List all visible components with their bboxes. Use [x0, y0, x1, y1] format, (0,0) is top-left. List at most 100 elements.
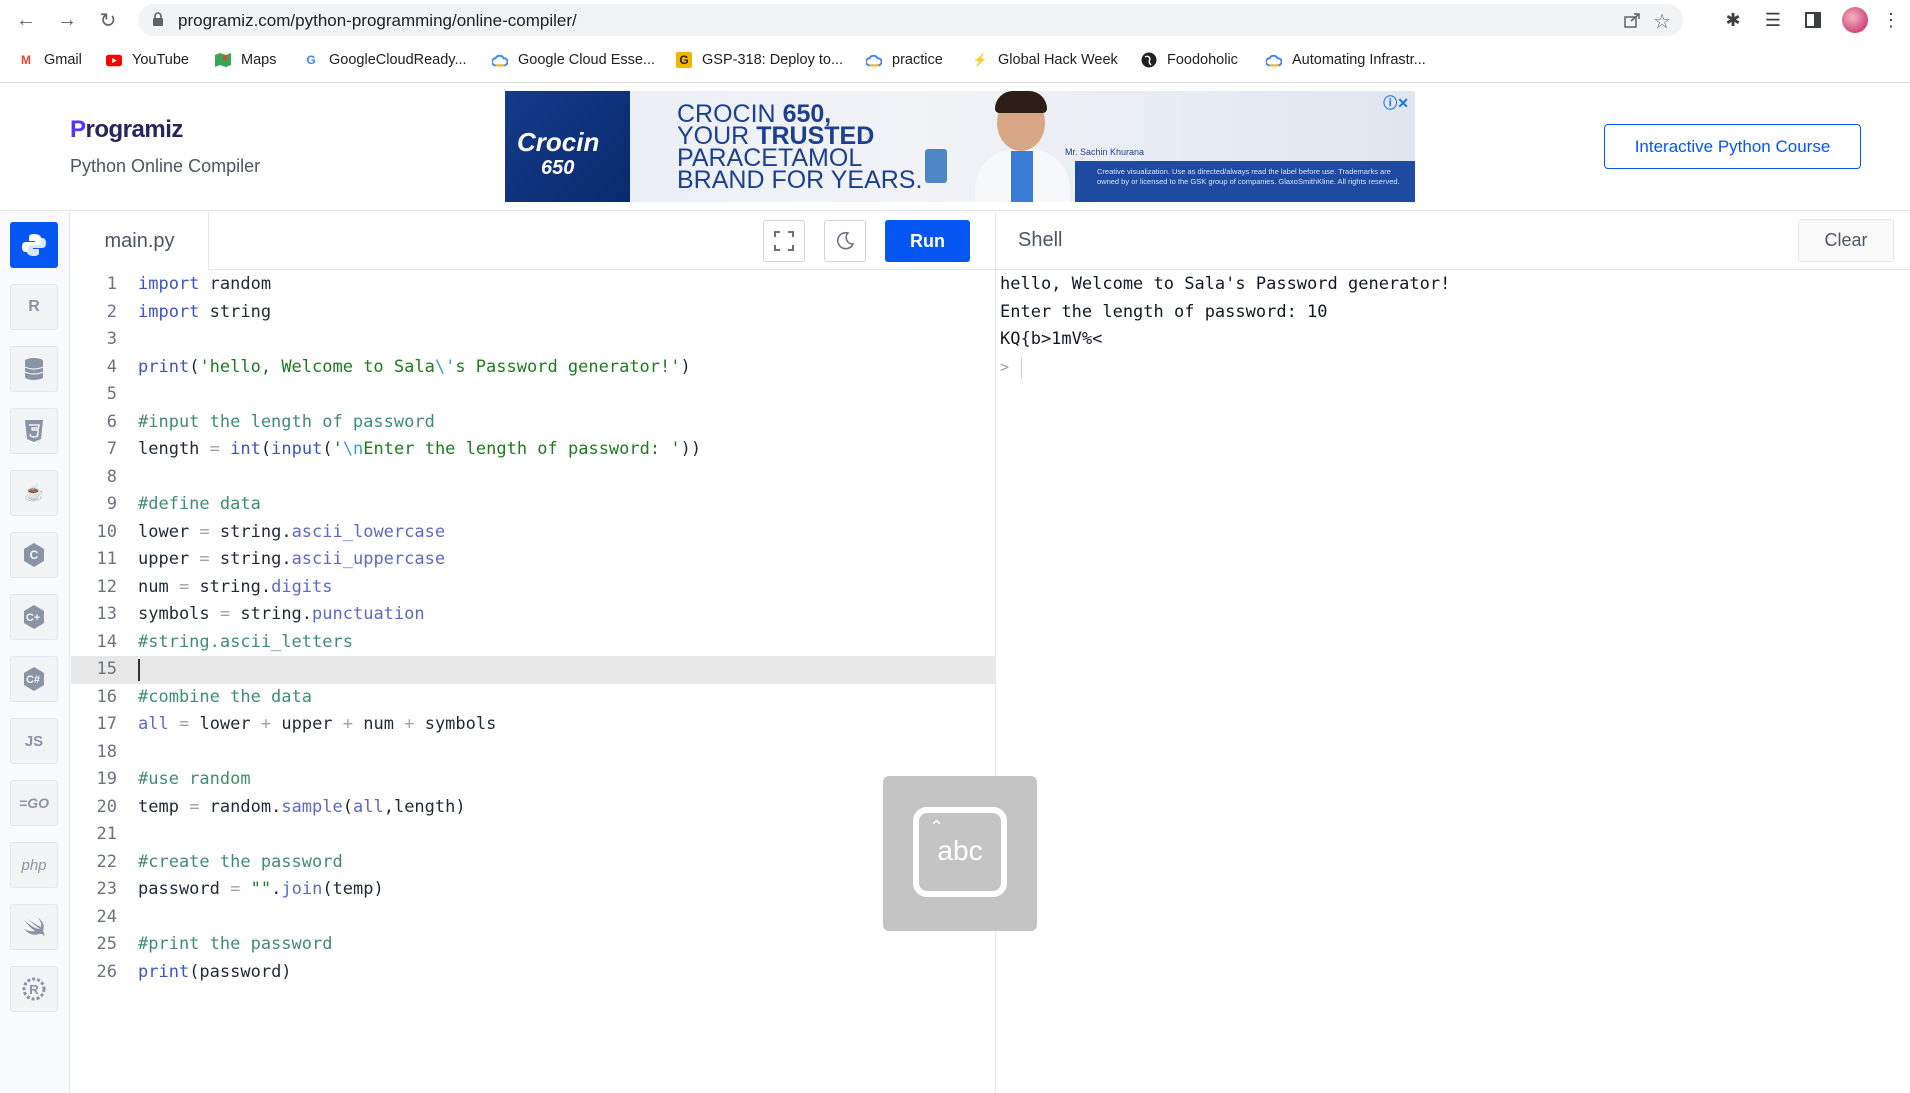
bookmark-label: Gmail	[44, 52, 82, 68]
forward-icon[interactable]: →	[54, 7, 80, 33]
shell-cursor	[1021, 356, 1022, 379]
extensions-icon[interactable]: ✱	[1720, 7, 1746, 33]
menu-icon[interactable]: ⋮	[1878, 7, 1904, 33]
shell-output-line: Enter the length of password: 10	[1000, 301, 1328, 322]
file-tab-main-py[interactable]: main.py	[71, 212, 209, 270]
google-cloud-icon	[1266, 52, 1282, 68]
code-line: 13 symbols = string.punctuation	[96, 604, 425, 624]
youtube-icon	[106, 52, 122, 68]
bookmark-gsp-318[interactable]: G GSP-318: Deploy to...	[676, 50, 843, 70]
gmail-icon: M	[21, 53, 31, 67]
code-line: 1 import random	[106, 274, 272, 294]
programiz-logo[interactable]: Programiz	[70, 116, 183, 144]
shell-output-line: hello, Welcome to Sala's Password genera…	[1000, 274, 1451, 294]
code-line: 26 print(password)	[96, 961, 292, 982]
java-icon[interactable]: ☕	[10, 470, 58, 516]
bookmark-gmail[interactable]: M Gmail	[18, 50, 82, 70]
svg-text:C+: C+	[26, 612, 40, 624]
bookmark-youtube[interactable]: YouTube	[106, 50, 189, 70]
svg-text:C: C	[30, 548, 39, 562]
code-line: 20 temp = random.sample(all,length)	[96, 796, 466, 817]
code-line: 12 num = string.digits	[96, 576, 333, 597]
touch-keyboard-button[interactable]: ⌃ abc	[883, 776, 1037, 931]
bookmark-automating-infrastr[interactable]: Automating Infrastr...	[1266, 50, 1426, 70]
interactive-python-course-button[interactable]: Interactive Python Course	[1604, 124, 1861, 169]
code-line: 6 #input the length of password	[106, 411, 435, 432]
bookmark-global-hack-week[interactable]: ⚡ Global Hack Week	[972, 50, 1118, 70]
run-button[interactable]: Run	[885, 220, 970, 262]
shell-output[interactable]: hello, Welcome to Sala's Password genera…	[1000, 271, 1900, 381]
go-icon[interactable]: =GO	[10, 780, 58, 826]
code-line: 8	[106, 466, 117, 487]
lock-icon	[153, 12, 163, 26]
bookmark-foodoholic[interactable]: Foodoholic	[1141, 50, 1238, 70]
rust-icon[interactable]: R	[10, 966, 58, 1012]
pane-divider[interactable]	[995, 212, 996, 1093]
cpp-icon[interactable]: C+	[10, 594, 58, 640]
csharp-icon[interactable]: C#	[10, 656, 58, 702]
html5-icon[interactable]	[10, 408, 58, 454]
code-line: 18	[96, 741, 117, 762]
page-subtitle: Python Online Compiler	[70, 156, 261, 176]
text-cursor	[138, 659, 140, 681]
side-panel-icon[interactable]	[1800, 7, 1826, 33]
address-bar[interactable]: programiz.com/python-programming/online-…	[138, 4, 1683, 36]
bookmark-practice[interactable]: practice	[866, 50, 943, 70]
code-line: 21	[96, 824, 117, 844]
sql-icon[interactable]	[10, 346, 58, 392]
language-sidebar: R ☕ C C+ C# JS =GO php R	[0, 212, 70, 1093]
svg-text:R: R	[29, 982, 39, 997]
ad-person-image	[975, 91, 1070, 202]
bookmarks-bar: M Gmail YouTube Maps G GoogleCloudReady.…	[0, 44, 1910, 76]
shell-toolbar: Shell Clear	[996, 212, 1910, 270]
bookmark-googlecloudready[interactable]: G GoogleCloudReady...	[303, 50, 467, 70]
code-line: 5	[106, 384, 117, 404]
reading-list-icon[interactable]: ☰	[1760, 7, 1786, 33]
bookmark-label: GoogleCloudReady...	[329, 52, 467, 68]
fullscreen-icon	[774, 231, 794, 251]
code-editor[interactable]: 1 import random 2 import string 3 4 print('…	[71, 271, 995, 1093]
ad-fine-print: Creative visualization. Use as directed/…	[1097, 167, 1400, 186]
reload-icon[interactable]: ↻	[95, 7, 121, 33]
c-icon[interactable]: C	[10, 532, 58, 578]
site-header: Programiz Python Online Compiler Crocin …	[0, 83, 1910, 211]
browser-toolbar: ← → ↻ programiz.com/python-programming/o…	[0, 0, 1910, 40]
code-line: 24	[96, 906, 117, 927]
code-line: 2 import string	[106, 301, 272, 322]
bookmark-google-cloud-esse[interactable]: Google Cloud Esse...	[492, 50, 655, 70]
shell-title: Shell	[1018, 229, 1063, 251]
ad-product-pack	[925, 149, 947, 183]
bookmark-maps[interactable]: Maps	[215, 50, 276, 70]
code-line: 14 #string.ascii_letters	[96, 631, 353, 652]
code-line: 16 #combine the data	[96, 686, 312, 707]
code-line: 10 lower = string.ascii_lowercase	[96, 521, 446, 542]
code-line: 7 length = int(input('\nEnter the length …	[106, 439, 702, 459]
dark-mode-button[interactable]	[824, 220, 866, 262]
bookmark-label: YouTube	[132, 52, 189, 68]
bookmark-label: Global Hack Week	[998, 52, 1118, 68]
bookmark-label: Maps	[241, 52, 277, 68]
code-line: 4 print('hello, Welcome to Sala\'s Passwo…	[106, 356, 691, 377]
advertisement-banner[interactable]: Crocin 650 CROCIN 650, YOUR TRUSTED PARA…	[505, 91, 1415, 202]
ad-choices-icon[interactable]: ⓘ✕	[1383, 93, 1409, 113]
qwiklabs-icon: G	[676, 52, 692, 68]
shell-prompt[interactable]: >	[1000, 354, 1900, 382]
swift-icon[interactable]	[10, 904, 58, 950]
fullscreen-button[interactable]	[763, 220, 805, 262]
clear-button[interactable]: Clear	[1798, 219, 1894, 262]
javascript-icon[interactable]: JS	[10, 718, 58, 764]
bookmark-label: practice	[892, 52, 943, 68]
python-icon[interactable]	[10, 222, 58, 268]
code-line: 25 #print the password	[96, 934, 333, 954]
back-icon[interactable]: ←	[13, 7, 39, 33]
globe-icon	[1141, 52, 1157, 68]
code-line: 22 #create the password	[96, 851, 343, 872]
bookmark-label: Google Cloud Esse...	[518, 52, 656, 68]
editor-toolbar: main.py Run	[71, 212, 995, 270]
php-icon[interactable]: php	[10, 842, 58, 888]
ad-person-name: Mr. Sachin Khurana	[1065, 147, 1145, 157]
profile-avatar[interactable]	[1842, 7, 1868, 33]
share-icon[interactable]	[1623, 11, 1641, 29]
bookmark-star-icon[interactable]: ☆	[1653, 9, 1671, 34]
r-icon[interactable]: R	[10, 284, 58, 330]
